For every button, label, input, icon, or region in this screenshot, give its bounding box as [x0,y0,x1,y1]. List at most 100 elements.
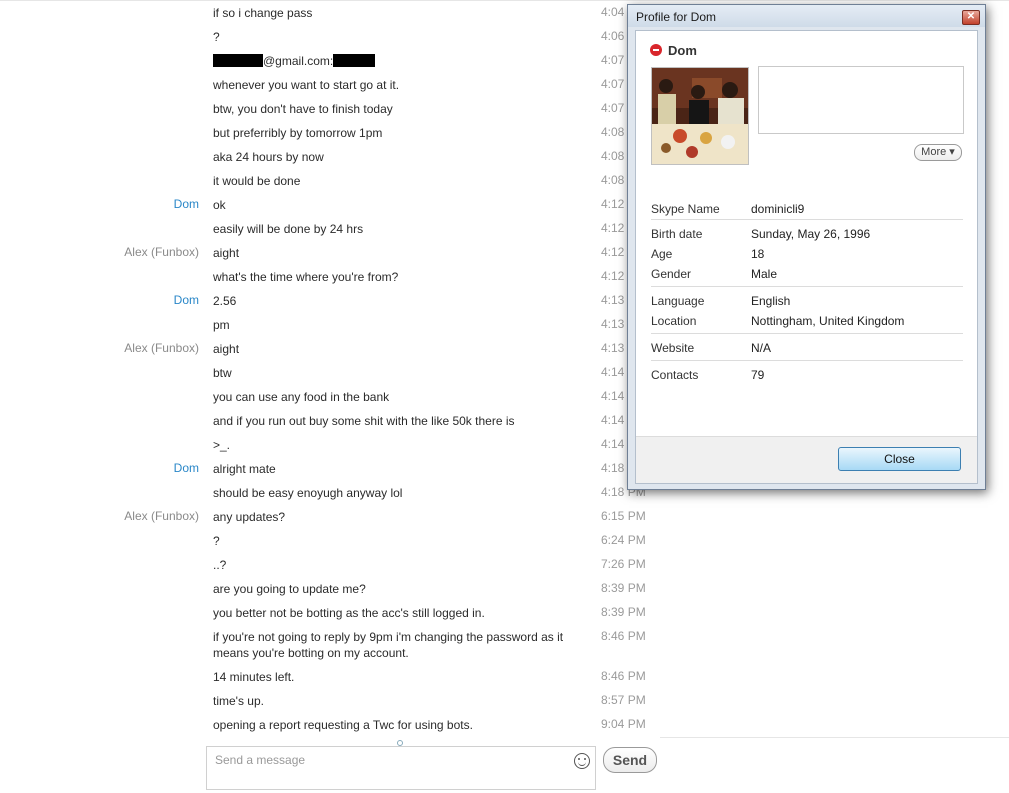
field-skype-name: Skype Name dominicli9 [651,199,963,219]
chat-message-row[interactable]: ? 4:06 [0,26,660,50]
mood-message-box [758,66,964,134]
message-timestamp: 4:07 [601,77,625,91]
message-timestamp: 4:14 [601,365,625,379]
chat-message-row[interactable]: ? 6:24 PM [0,530,660,554]
message-timestamp: 4:12 [601,197,625,211]
field-language: Language English [651,291,963,311]
message-timestamp: 4:13 [601,341,625,355]
chat-message-row[interactable]: it would be done 4:08 [0,170,660,194]
message-text: btw, you don't have to finish today [213,102,393,116]
message-timestamp: 6:15 PM [601,509,646,523]
field-label: Contacts [651,368,699,382]
field-label: Gender [651,267,692,281]
chevron-down-icon: ▾ [949,146,955,158]
chat-message-row[interactable]: aka 24 hours by now 4:08 [0,146,660,170]
message-text: easily will be done by 24 hrs [213,222,364,236]
message-timestamp: 4:12 [601,269,625,283]
message-timestamp: 4:04 [601,5,625,19]
avatar-photo [652,68,748,164]
chat-message-row[interactable]: are you going to update me? 8:39 PM [0,578,660,602]
redaction-block [213,54,263,67]
more-button[interactable]: More ▾ [914,144,962,161]
field-value: dominicli9 [751,202,805,216]
message-text: ..? [213,558,227,572]
chat-message-row[interactable]: you can use any food in the bank 4:14 [0,386,660,410]
message-sender[interactable]: Dom [9,461,199,475]
message-text: btw [213,366,232,380]
message-sender[interactable]: Dom [9,197,199,211]
message-text: aight [213,342,240,356]
message-text: whenever you want to start go at it. [213,78,400,92]
message-timestamp: 4:08 [601,149,625,163]
profile-header: Dom [650,43,697,58]
field-label: Age [651,247,673,261]
chat-message-row[interactable]: easily will be done by 24 hrs 4:12 [0,218,660,242]
chat-message-row[interactable]: opening a report requesting a Twc for us… [0,714,660,738]
field-value: Sunday, May 26, 1996 [751,227,871,241]
message-text: and if you run out buy some shit with th… [213,414,515,428]
redaction-block [333,54,376,67]
message-timestamp: 8:46 PM [601,669,646,683]
chat-history[interactable]: if so i change pass 4:04? 4:06 @gmail.com: 4… [0,0,660,740]
close-icon[interactable]: ✕ [962,10,980,25]
divider [651,360,963,361]
chat-message-row[interactable]: btw, you don't have to finish today 4:07 [0,98,660,122]
busy-status-icon [650,44,662,56]
message-sender[interactable]: Alex (Funbox) [9,245,199,259]
message-text: if so i change pass [213,6,313,20]
dialog-titlebar[interactable]: Profile for Dom ✕ [628,5,985,27]
chat-message-row[interactable]: Alex (Funbox) any updates? 6:15 PM [0,506,660,530]
field-label: Location [651,314,697,328]
chat-message-row[interactable]: and if you run out buy some shit with th… [0,410,660,434]
chat-message-row[interactable]: time's up. 8:57 PM [0,690,660,714]
send-button[interactable]: Send [603,747,657,773]
message-timestamp: 4:13 [601,293,625,307]
message-sender[interactable]: Dom [9,293,199,307]
message-text: 2.56 [213,294,237,308]
field-label: Website [651,341,695,355]
chat-message-row[interactable]: ..? 7:26 PM [0,554,660,578]
avatar [651,67,749,165]
message-timestamp: 9:04 PM [601,717,646,731]
chat-message-row[interactable]: btw 4:14 [0,362,660,386]
chat-message-row[interactable]: should be easy enoyugh anyway lol 4:18 PM [0,482,660,506]
chat-message-row[interactable]: what's the time where you're from? 4:12 [0,266,660,290]
message-text: what's the time where you're from? [213,270,399,284]
chat-message-row[interactable]: >_. 4:14 [0,434,660,458]
chat-message-row[interactable]: pm 4:13 [0,314,660,338]
chat-message-row[interactable]: if so i change pass 4:04 [0,2,660,26]
chat-message-row[interactable]: Alex (Funbox) aight 4:12 [0,242,660,266]
message-timestamp: 4:07 [601,101,625,115]
chat-message-row[interactable]: Dom alright mate 4:18 [0,458,660,482]
chat-message-row[interactable]: Dom ok 4:12 [0,194,660,218]
message-timestamp: 8:57 PM [601,693,646,707]
message-sender[interactable]: Alex (Funbox) [9,341,199,355]
message-timestamp: 4:08 [601,125,625,139]
message-text: it would be done [213,174,301,188]
message-sender[interactable]: Alex (Funbox) [9,509,199,523]
divider [651,286,963,287]
field-gender: Gender Male [651,264,963,284]
chat-message-row[interactable]: you better not be botting as the acc's s… [0,602,660,626]
profile-panel: Dom More ▾ Skype Name dominicli9 Birth d… [635,30,978,484]
chat-message-row[interactable]: Dom 2.56 4:13 [0,290,660,314]
close-button[interactable]: Close [838,447,961,471]
field-age: Age 18 [651,244,963,264]
message-timestamp: 4:18 [601,461,625,475]
chat-message-row[interactable]: whenever you want to start go at it. 4:07 [0,74,660,98]
message-text: >_. [213,438,231,452]
chat-message-row[interactable]: Alex (Funbox) aight 4:13 [0,338,660,362]
message-text: aka 24 hours by now [213,150,324,164]
chat-message-row[interactable]: if you're not going to reply by 9pm i'm … [0,626,660,666]
dialog-footer: Close [636,436,977,483]
chat-message-row[interactable]: 14 minutes left. 8:46 PM [0,666,660,690]
divider [660,737,1009,738]
chat-message-row[interactable]: @gmail.com: 4:07 [0,50,660,74]
chat-message-row[interactable]: but preferribly by tomorrow 1pm 4:08 [0,122,660,146]
message-text-fragment: @gmail.com: [263,54,334,68]
profile-dialog: Profile for Dom ✕ Dom More ▾ Skype Name … [627,4,986,490]
smiley-icon[interactable] [574,753,590,769]
field-birth-date: Birth date Sunday, May 26, 1996 [651,224,963,244]
message-input[interactable]: Send a message [206,746,596,790]
message-text: aight [213,246,240,260]
